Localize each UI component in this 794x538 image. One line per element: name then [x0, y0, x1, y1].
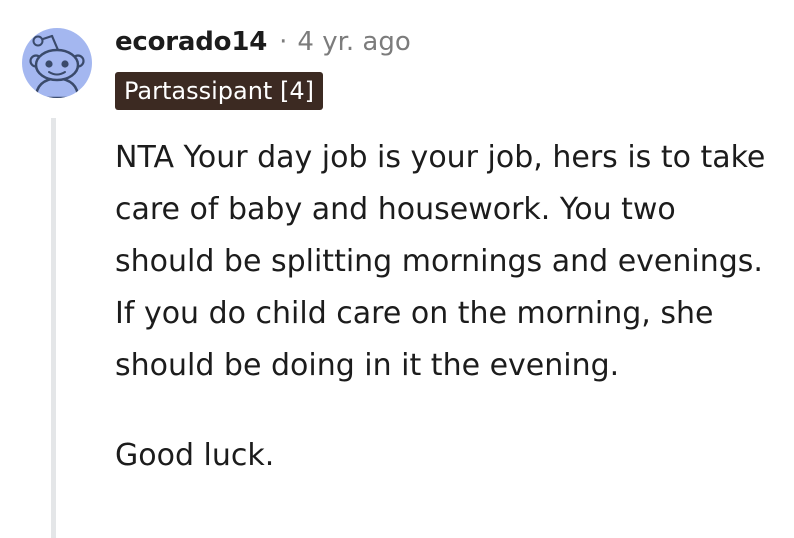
comment-author-link[interactable]: ecorado14 — [115, 27, 267, 57]
comment-paragraph: Good luck. — [115, 438, 275, 473]
comment-timestamp[interactable]: 4 yr. ago — [297, 27, 410, 57]
thread-collapse-line[interactable] — [51, 118, 56, 538]
reddit-snoo-avatar-icon — [29, 34, 85, 98]
comment-body: NTA Your day job is your job, hers is to… — [115, 132, 775, 482]
user-flair-badge: Partassipant [4] — [115, 72, 323, 110]
user-avatar[interactable] — [22, 28, 92, 98]
comment: ecorado14 · 4 yr. ago Partassipant [4] N… — [0, 0, 794, 538]
comment-header: ecorado14 · 4 yr. ago — [115, 22, 411, 62]
meta-separator: · — [279, 27, 288, 57]
comment-paragraph: NTA Your day job is your job, hers is to… — [115, 140, 766, 383]
